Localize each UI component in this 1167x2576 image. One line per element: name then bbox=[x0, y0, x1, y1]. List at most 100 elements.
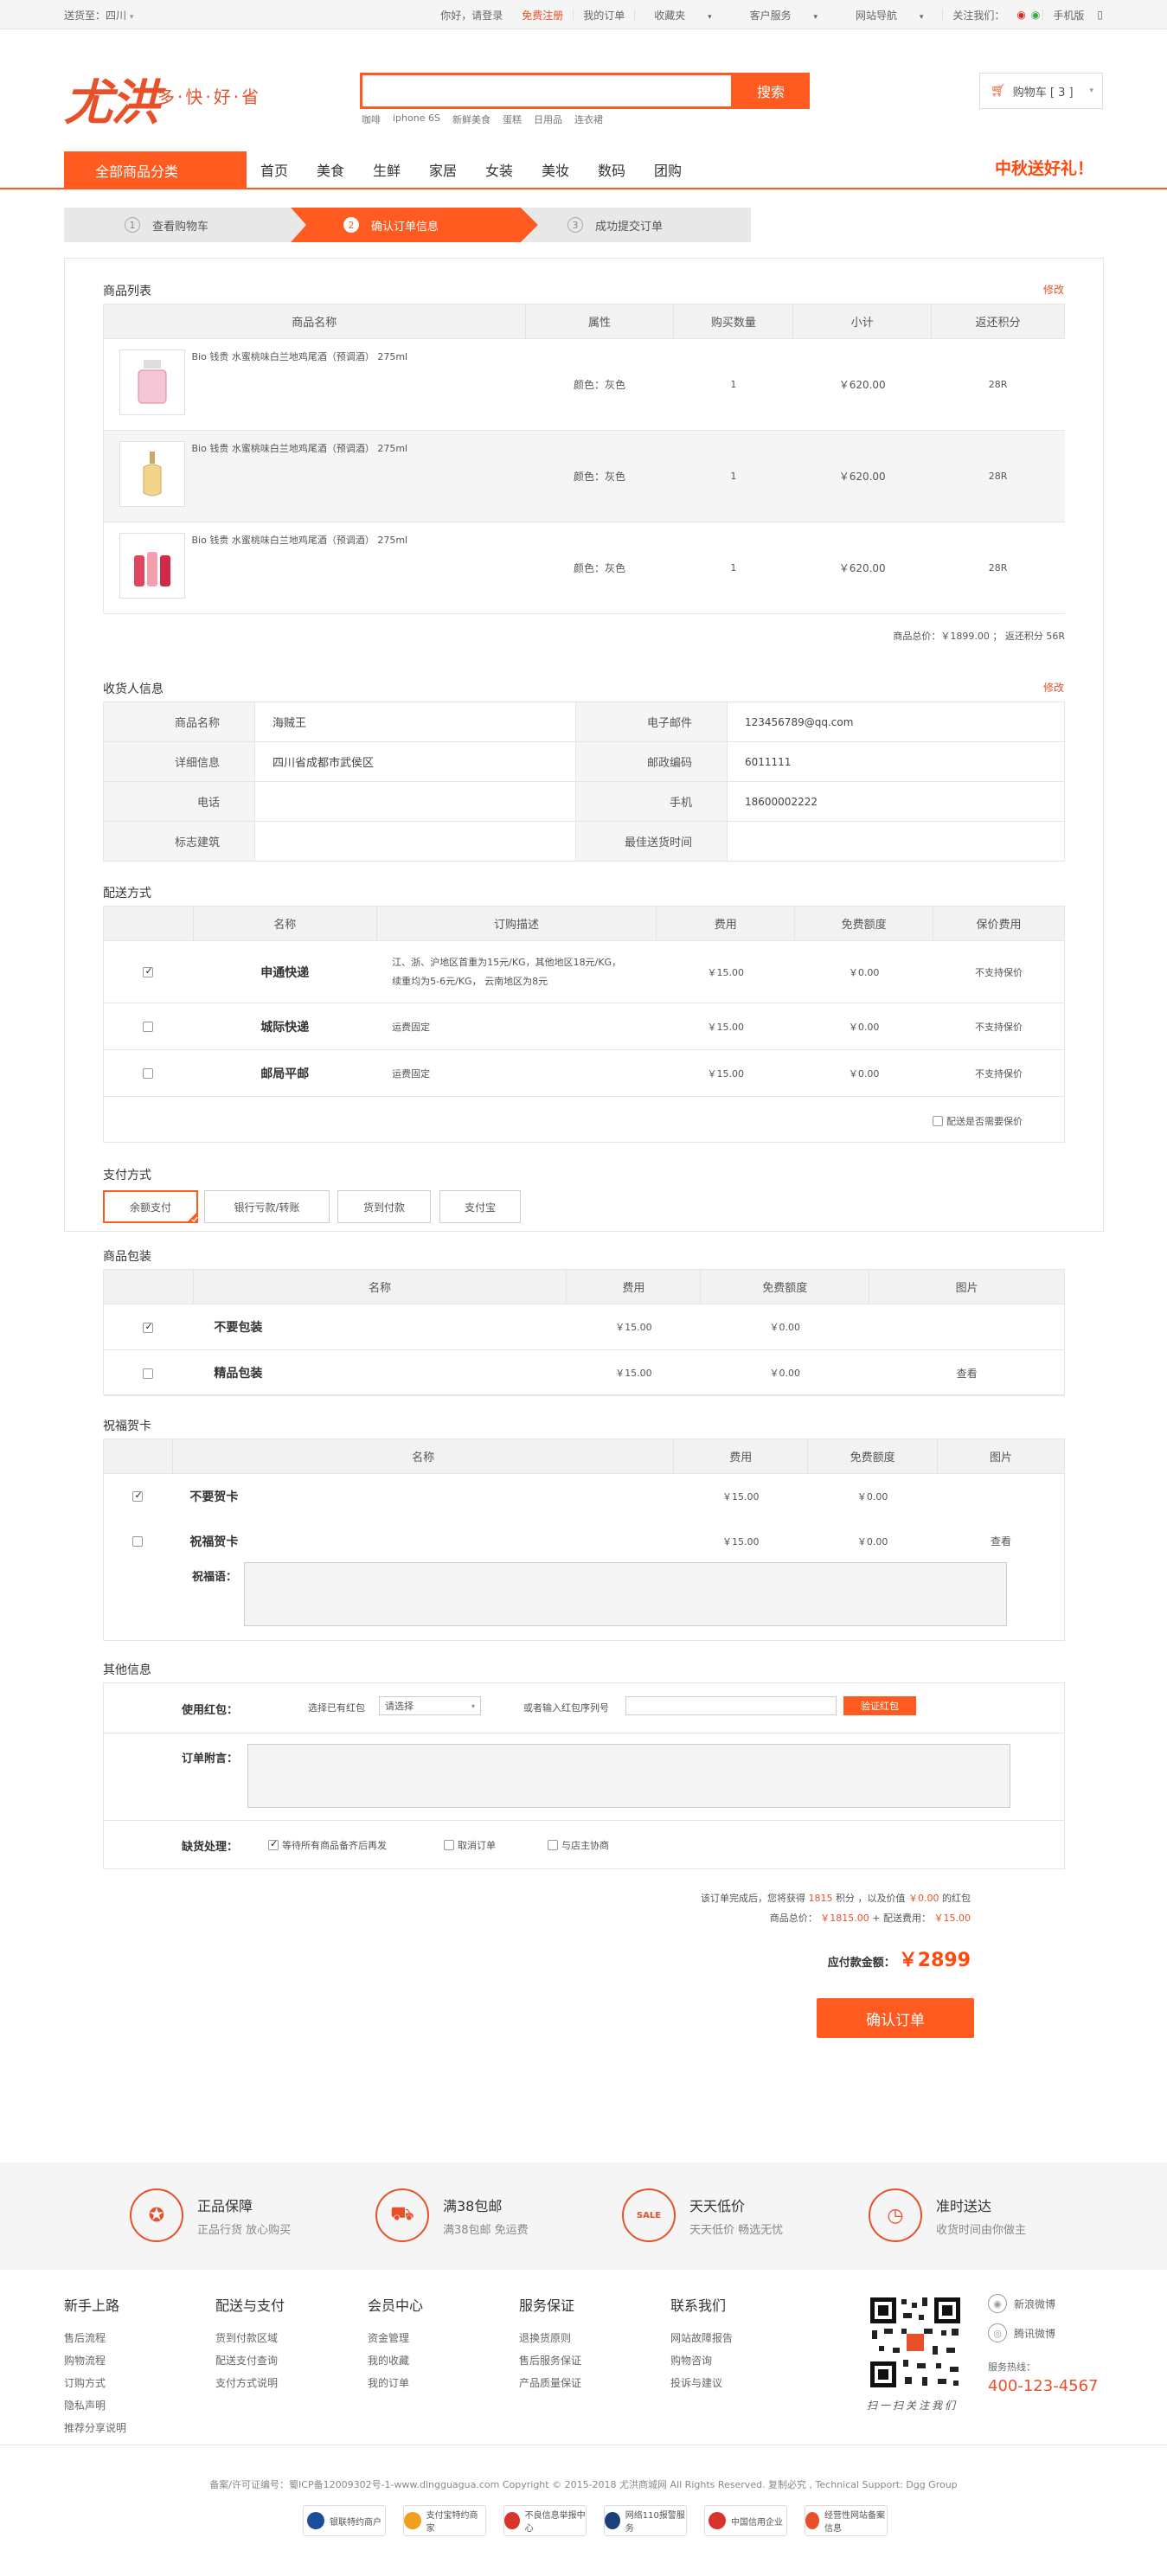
insure-checkbox[interactable] bbox=[933, 1116, 943, 1126]
packaging-checkbox[interactable] bbox=[143, 1368, 154, 1379]
redpacket-serial-input[interactable] bbox=[625, 1696, 837, 1715]
greeting-message-textarea[interactable] bbox=[244, 1562, 1007, 1626]
stock-option[interactable]: 等待所有商品备齐后再发 bbox=[268, 1838, 387, 1852]
footer-link[interactable]: 购物咨询 bbox=[670, 2353, 733, 2368]
footer-link[interactable]: 资金管理 bbox=[368, 2330, 423, 2345]
chevron-down-icon: ▾ bbox=[813, 12, 818, 22]
payment-option-bank[interactable]: 银行亏款/转账 bbox=[204, 1190, 330, 1223]
stock-option[interactable]: 与店主协商 bbox=[548, 1838, 609, 1852]
footer-link[interactable]: 货到付款区域 bbox=[215, 2330, 285, 2345]
insure-option[interactable]: 配送是否需要保价 bbox=[933, 1114, 1023, 1128]
field-label: 邮政编码 bbox=[575, 741, 728, 782]
footer-link[interactable]: 投诉与建议 bbox=[670, 2375, 733, 2390]
register-link[interactable]: 免费注册 bbox=[512, 8, 573, 22]
wechat-icon[interactable]: ◉ bbox=[1029, 9, 1042, 21]
cart-icon: 🛒︎ bbox=[991, 84, 1006, 98]
cart-button[interactable]: 🛒︎ 购物车 [ 3 ] ▾ bbox=[979, 73, 1103, 109]
footer-link[interactable]: 退换货原则 bbox=[519, 2330, 581, 2345]
footer-link[interactable]: 我的收藏 bbox=[368, 2353, 423, 2368]
search-button[interactable]: 搜索 bbox=[732, 73, 810, 109]
hot-word[interactable]: 连衣裙 bbox=[574, 112, 603, 126]
all-categories-button[interactable]: 全部商品分类 bbox=[64, 151, 247, 189]
stock-checkbox[interactable] bbox=[444, 1840, 454, 1850]
customer-service-link[interactable]: 客户服务 ▾ bbox=[731, 8, 837, 22]
trust-badge[interactable]: 支付宝特约商家 bbox=[403, 2505, 486, 2536]
footer-link[interactable]: 支付方式说明 bbox=[215, 2375, 285, 2390]
nav-item-beauty[interactable]: 美妆 bbox=[528, 159, 583, 180]
product-name[interactable]: Bio 钱贵 水蜜桃味白兰地鸡尾酒（预调酒） 275ml bbox=[192, 441, 408, 507]
my-orders-link[interactable]: 我的订单 bbox=[574, 8, 634, 22]
view-card-link[interactable]: 查看 bbox=[938, 1519, 1065, 1564]
footer-link[interactable]: 我的订单 bbox=[368, 2375, 423, 2390]
footer-link[interactable]: 售后流程 bbox=[64, 2330, 126, 2345]
edit-products-link[interactable]: 修改 bbox=[1043, 282, 1064, 297]
hot-word[interactable]: iphone 6S bbox=[393, 112, 440, 126]
nav-item-women[interactable]: 女装 bbox=[471, 159, 527, 180]
nav-item-groupbuy[interactable]: 团购 bbox=[640, 159, 696, 180]
nav-item-home-goods[interactable]: 家居 bbox=[415, 159, 471, 180]
hot-word[interactable]: 日用品 bbox=[534, 112, 562, 126]
weibo-link[interactable]: ◉ 新浪微博 bbox=[988, 2294, 1055, 2313]
weibo-icon[interactable]: ◉ bbox=[1014, 9, 1028, 21]
product-image[interactable] bbox=[119, 533, 185, 599]
nav-item-home[interactable]: 首页 bbox=[247, 159, 302, 180]
logo[interactable]: 尤洪 bbox=[64, 64, 159, 134]
nav-item-digital[interactable]: 数码 bbox=[584, 159, 639, 180]
confirm-order-button[interactable]: 确认订单 bbox=[817, 1998, 974, 2038]
product-image[interactable] bbox=[119, 349, 185, 415]
payment-option-cod[interactable]: 货到付款 bbox=[337, 1190, 431, 1223]
trust-badge[interactable]: 中国信用企业 bbox=[704, 2505, 787, 2536]
redpacket-select[interactable]: 请选择 ▾ bbox=[379, 1696, 481, 1715]
footer-link[interactable]: 购物流程 bbox=[64, 2353, 126, 2368]
payment-option-alipay[interactable]: 支付宝 bbox=[439, 1190, 521, 1223]
nav-item-fresh[interactable]: 生鲜 bbox=[359, 159, 414, 180]
site-nav-link[interactable]: 网站导航 ▾ bbox=[837, 8, 942, 22]
footer-link[interactable]: 售后服务保证 bbox=[519, 2353, 581, 2368]
hot-word[interactable]: 新鲜美食 bbox=[452, 112, 491, 126]
footer-link[interactable]: 推荐分享说明 bbox=[64, 2420, 126, 2435]
chevron-down-icon: ▾ bbox=[1089, 87, 1093, 95]
delivery-checkbox[interactable] bbox=[143, 1068, 154, 1079]
nav-item-food[interactable]: 美食 bbox=[303, 159, 358, 180]
product-name[interactable]: Bio 钱贵 水蜜桃味白兰地鸡尾酒（预调酒） 275ml bbox=[192, 349, 408, 415]
trust-badge[interactable]: 银联特约商户 bbox=[303, 2505, 386, 2536]
card-checkbox[interactable] bbox=[132, 1490, 144, 1503]
footer-link[interactable]: 隐私声明 bbox=[64, 2398, 126, 2413]
promo-banner[interactable]: 中秋送好礼！ bbox=[995, 156, 1093, 179]
stock-checkbox[interactable] bbox=[268, 1838, 279, 1850]
tencent-weibo-link[interactable]: ◎ 腾讯微博 bbox=[988, 2323, 1055, 2342]
search-input[interactable] bbox=[360, 73, 734, 109]
trust-badge[interactable]: 经营性网站备案信息 bbox=[805, 2505, 888, 2536]
footer-link[interactable]: 产品质量保证 bbox=[519, 2375, 581, 2390]
footer-link[interactable]: 订购方式 bbox=[64, 2375, 126, 2390]
product-name[interactable]: Bio 钱贵 水蜜桃味白兰地鸡尾酒（预调酒） 275ml bbox=[192, 533, 408, 599]
footer-link[interactable]: 配送支付查询 bbox=[215, 2353, 285, 2368]
product-image[interactable] bbox=[119, 441, 185, 507]
hot-word[interactable]: 咖啡 bbox=[362, 112, 381, 126]
stock-checkbox[interactable] bbox=[548, 1840, 558, 1850]
stock-option[interactable]: 取消订单 bbox=[444, 1838, 496, 1852]
card-checkbox[interactable] bbox=[132, 1536, 144, 1547]
field-label: 商品名称 bbox=[103, 702, 255, 742]
delivery-checkbox[interactable] bbox=[143, 1022, 154, 1032]
footer-link[interactable]: 网站故障报告 bbox=[670, 2330, 733, 2345]
packaging-name: 不要包装 bbox=[193, 1304, 567, 1350]
table-row: 详细信息 四川省成都市武侯区 邮政编码 6011111 bbox=[103, 741, 1065, 782]
mobile-link[interactable]: 手机版 bbox=[1043, 8, 1093, 22]
view-packaging-link[interactable]: 查看 bbox=[869, 1349, 1065, 1396]
order-remark-textarea[interactable] bbox=[247, 1744, 1010, 1808]
packaging-checkbox[interactable] bbox=[143, 1321, 154, 1333]
verify-redpacket-button[interactable]: 验证红包 bbox=[843, 1696, 916, 1715]
section-title: 商品列表 bbox=[103, 285, 151, 298]
trust-badge[interactable]: 网络110报警服务 bbox=[604, 2505, 687, 2536]
favorites-link[interactable]: 收藏夹 ▾ bbox=[635, 8, 730, 22]
login-link[interactable]: 你好，请登录 bbox=[431, 8, 512, 22]
delivery-checkbox[interactable] bbox=[143, 965, 154, 977]
trust-badge[interactable]: 不良信息举报中心 bbox=[503, 2505, 587, 2536]
packaging-pic bbox=[869, 1304, 1065, 1350]
payment-option-balance[interactable]: 余额支付 bbox=[103, 1190, 198, 1223]
payment-option-label: 支付宝 bbox=[464, 1201, 496, 1214]
edit-receiver-link[interactable]: 修改 bbox=[1043, 680, 1064, 695]
ship-to-selector[interactable]: 送货至：四川 ▾ bbox=[64, 8, 133, 22]
hot-word[interactable]: 蛋糕 bbox=[503, 112, 522, 126]
